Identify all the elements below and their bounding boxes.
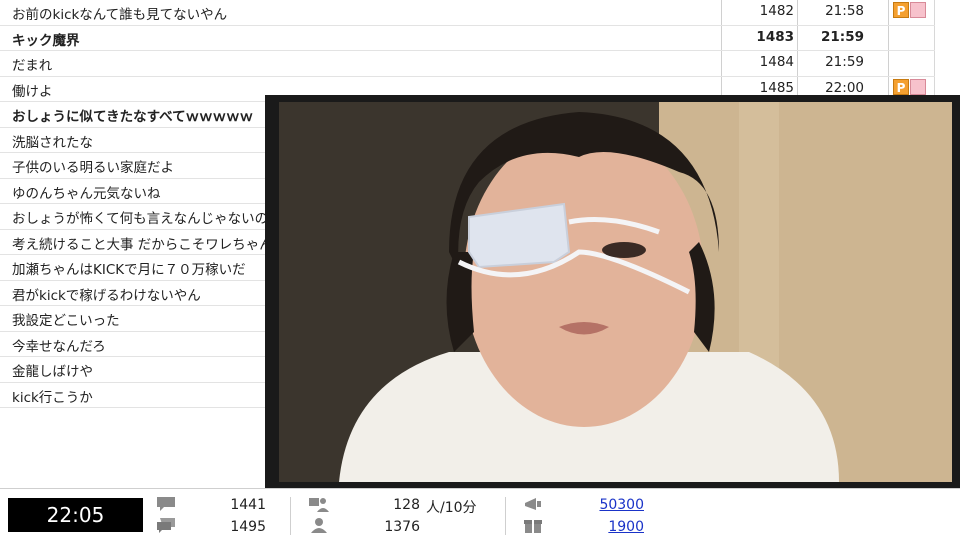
visitor-count: 1376 — [384, 519, 420, 535]
marker-icon — [910, 2, 926, 18]
comment-row[interactable]: お前のkickなんて誰も見てないやん 1482 21:58 P — [0, 0, 935, 26]
broadcast-clock: 22:05 — [8, 498, 143, 532]
marker-icon — [910, 78, 926, 95]
visitor-icon — [311, 518, 327, 533]
comment-row[interactable]: キック魔界 1483 21:59 — [0, 26, 935, 51]
divider — [505, 497, 506, 535]
ad-points-link[interactable]: 50300 — [560, 497, 644, 513]
stream-viewer-window: お前のkickなんて誰も見てないやん 1482 21:58 P キック魔界 1483 21:… — [0, 0, 960, 540]
comment-total: 1495 — [230, 519, 266, 535]
comment-number: 1482 — [759, 3, 794, 19]
viewer-unit: 人/10分 — [426, 500, 477, 516]
comments-total-icon — [157, 518, 175, 533]
comment-time: 22:00 — [825, 79, 864, 96]
status-bar: 22:05 1441 1495 128 人/10分 1376 50300 190… — [0, 488, 960, 540]
comment-text: キック魔界 — [12, 32, 80, 49]
comment-count: 1441 — [230, 497, 266, 513]
comment-text: だまれ — [12, 58, 53, 74]
comment-number: 1485 — [759, 79, 794, 96]
comment-time: 21:59 — [821, 28, 864, 45]
viewer-count: 128 — [393, 497, 420, 513]
premium-p-icon: P — [893, 2, 909, 18]
comment-number: 1484 — [759, 54, 794, 70]
streamer-video-image — [279, 102, 952, 482]
premium-p-icon: P — [893, 78, 909, 95]
gift-icon — [524, 520, 542, 533]
comment-number: 1483 — [756, 28, 794, 45]
viewers-icon — [309, 498, 329, 512]
premium-badge: P — [893, 2, 927, 18]
divider — [290, 497, 291, 535]
gift-points-link[interactable]: 1900 — [560, 519, 644, 535]
video-frame — [279, 102, 952, 482]
comment-time: 21:58 — [825, 3, 864, 19]
premium-badge: P — [893, 78, 927, 95]
comment-row[interactable]: だまれ 1484 21:59 — [0, 51, 935, 77]
comment-icon — [157, 497, 175, 511]
video-player[interactable] — [265, 95, 960, 488]
comment-text: お前のkickなんて誰も見てないやん — [12, 7, 228, 23]
comment-time: 21:59 — [825, 54, 864, 70]
ad-points-icon — [525, 498, 541, 510]
